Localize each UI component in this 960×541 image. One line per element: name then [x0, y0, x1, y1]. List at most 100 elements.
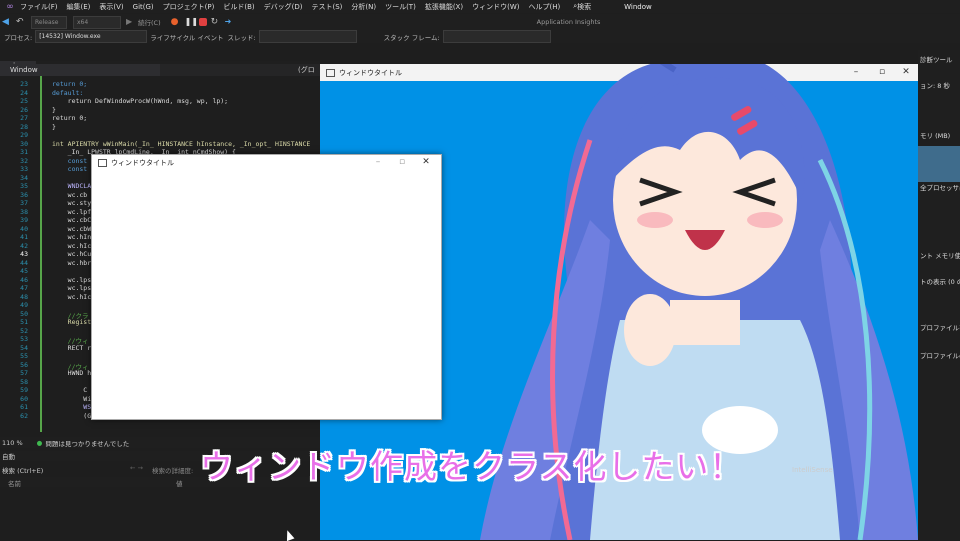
line-number: 37 — [20, 199, 28, 207]
code-line[interactable]: const — [52, 157, 88, 165]
line-number: 56 — [20, 360, 28, 369]
hot-reload-icon[interactable]: ● — [171, 17, 181, 27]
application-insights[interactable]: Application Insights — [537, 18, 601, 26]
code-line[interactable]: } — [52, 106, 56, 114]
code-line[interactable]: wc.lps — [52, 276, 92, 284]
line-number: 24 — [20, 88, 28, 97]
step-icon[interactable]: ➜ — [225, 17, 235, 27]
code-line[interactable]: wc.cb — [52, 191, 88, 199]
code-line[interactable]: C — [52, 386, 87, 394]
code-line[interactable]: wc.hbr — [52, 259, 92, 267]
subtitle-caption: ウィンドウ作成をクラス化したい！ — [200, 447, 744, 486]
small-window-titlebar[interactable]: ウィンドウタイトル — [92, 155, 441, 171]
code-line[interactable]: const — [52, 165, 88, 173]
menu-help[interactable]: ヘルプ(H) — [528, 2, 560, 12]
menu-window[interactable]: ウィンドウ(W) — [472, 2, 519, 12]
menu-analyze[interactable]: 分析(N) — [351, 2, 376, 12]
stack-frame-combo[interactable] — [442, 30, 551, 43]
code-line[interactable]: int APIENTRY wWinMain(_In_ HINSTANCE hIn… — [52, 140, 310, 148]
line-number: 42 — [20, 241, 28, 250]
code-line[interactable]: } — [52, 123, 56, 131]
menu-project[interactable]: プロジェクト(P) — [163, 2, 215, 12]
code-line[interactable]: HWND h — [52, 369, 92, 377]
continue-button[interactable]: 続行(C) — [138, 17, 161, 27]
line-number: 46 — [20, 275, 28, 284]
code-line[interactable]: wc.lpf — [52, 208, 92, 216]
code-line[interactable]: wc.hIc — [52, 293, 92, 301]
code-line[interactable]: wc.sty — [52, 199, 92, 207]
zoom-level[interactable]: 110 % — [2, 439, 23, 447]
platform-combo[interactable]: x64 — [73, 15, 121, 29]
app-window-title: ウィンドウタイトル — [339, 68, 402, 77]
line-number: 25 — [20, 97, 28, 105]
maximize-icon[interactable]: ▫ — [392, 156, 412, 168]
intellisense-label: IntelliSense — [792, 466, 833, 474]
menu-debug[interactable]: デバッグ(D) — [264, 2, 303, 12]
search-menu[interactable]: 検索 — [577, 2, 591, 12]
back-icon[interactable]: ← → — [130, 464, 143, 472]
line-number: 34 — [20, 173, 28, 182]
code-line[interactable]: wc.hCu — [52, 250, 92, 258]
cpu-label: 全プロセッサに占 — [920, 184, 960, 192]
undo-icon[interactable]: ↶ — [16, 17, 26, 27]
restart-icon[interactable]: ↻ — [211, 17, 221, 27]
memory-graph — [918, 146, 960, 182]
code-line[interactable]: wc.cbW — [52, 225, 92, 233]
config-combo[interactable]: Release — [31, 15, 67, 29]
line-number: 53 — [20, 335, 28, 343]
menu-test[interactable]: テスト(S) — [311, 2, 342, 12]
continue-icon[interactable]: ▶ — [126, 17, 136, 27]
code-line[interactable]: wc.cbC — [52, 216, 92, 224]
code-line[interactable]: return 0; — [52, 80, 87, 88]
code-line[interactable]: Regist — [52, 318, 92, 326]
menu-edit[interactable]: 編集(E) — [67, 2, 91, 12]
line-number: 58 — [20, 377, 28, 386]
profile-label-1[interactable]: プロファイルを有 — [920, 322, 960, 332]
code-line[interactable]: return 0; — [52, 114, 87, 122]
code-line[interactable]: return DefWindowProcW(hWnd, msg, wp, lp)… — [52, 97, 228, 105]
menu-git[interactable]: Git(G) — [133, 3, 154, 11]
code-line[interactable]: wc.hIc — [52, 242, 92, 250]
menu-view[interactable]: 表示(V) — [99, 2, 123, 12]
stop-icon[interactable] — [198, 18, 207, 26]
check-icon: ● — [36, 438, 43, 447]
line-number: 50 — [20, 309, 28, 318]
line-number: 30 — [20, 139, 28, 148]
line-number: 54 — [20, 343, 28, 352]
line-number: 23 — [20, 80, 28, 88]
menu-build[interactable]: ビルド(B) — [223, 2, 254, 12]
issues-status[interactable]: 問題は見つかりませんでした — [45, 438, 129, 448]
diagnostics-tabs[interactable]: ント メモリ使用 — [920, 250, 960, 260]
pause-icon[interactable]: ❚❚ — [185, 17, 198, 27]
project-combo[interactable]: Window — [0, 64, 160, 76]
window-icon — [98, 159, 107, 167]
line-number: 55 — [20, 352, 28, 360]
back-icon[interactable]: ◀ — [2, 17, 12, 27]
events-label: トの表示 (0 の 0 — [920, 278, 960, 286]
code-line[interactable]: RECT r — [52, 344, 92, 352]
thread-combo[interactable] — [258, 30, 357, 43]
app-window-white[interactable]: ウィンドウタイトル – ▫ ✕ — [91, 154, 442, 420]
profile-label-2[interactable]: プロファイルの記 — [920, 350, 960, 360]
code-line[interactable]: wc.lps — [52, 284, 92, 292]
line-number: 35 — [20, 182, 28, 190]
code-line[interactable]: WNDCLA — [52, 182, 92, 190]
thread-label: スレッド: — [227, 33, 256, 42]
minimize-icon[interactable]: – — [368, 156, 388, 168]
lifecycle-events[interactable]: ライフサイクル イベント — [150, 32, 223, 42]
process-combo[interactable]: [14532] Window.exe — [35, 30, 148, 43]
code-line[interactable]: wc.hIn — [52, 233, 92, 241]
change-marker — [40, 76, 42, 432]
stack-frame-label: スタック フレーム: — [383, 33, 440, 42]
line-number: 57 — [20, 369, 28, 377]
close-icon[interactable]: ✕ — [416, 156, 436, 168]
toolbar: ◀ ↶ Release x64 ▶ 続行(C) ● ❚❚ ↻ ➜ Applica… — [0, 14, 960, 30]
menu-file[interactable]: ファイル(F) — [20, 2, 58, 12]
menu-tools[interactable]: ツール(T) — [385, 2, 416, 12]
menu-extensions[interactable]: 拡張機能(X) — [425, 2, 463, 12]
small-window-title: ウィンドウタイトル — [111, 159, 174, 167]
autos-search-input[interactable]: 検索 (Ctrl+E) — [2, 465, 43, 475]
line-number: 59 — [20, 386, 28, 394]
code-line[interactable]: default: — [52, 89, 83, 97]
line-number: 27 — [20, 114, 28, 122]
